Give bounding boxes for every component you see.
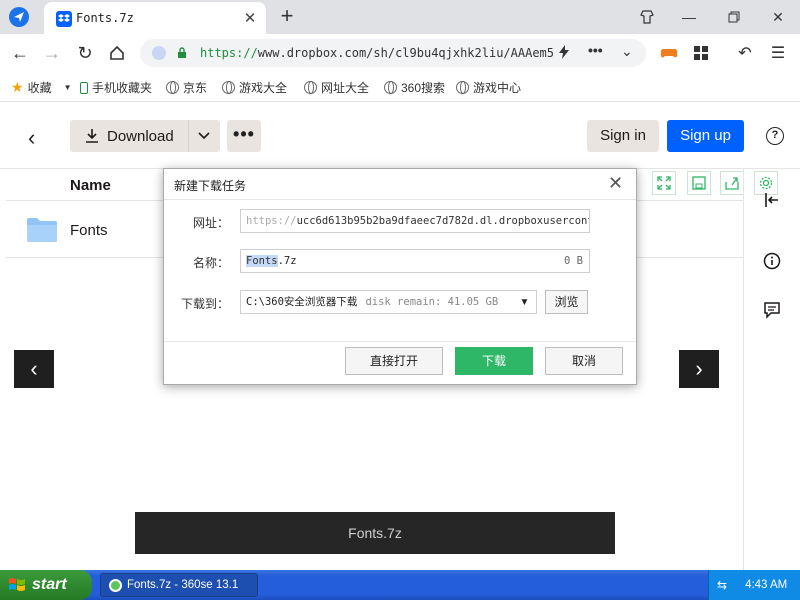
bookmark-urls[interactable]: 网址大全 (304, 79, 369, 96)
share-icon[interactable] (720, 171, 744, 195)
globe-icon (456, 81, 469, 94)
browse-button[interactable]: 浏览 (545, 290, 588, 314)
browser-logo-icon[interactable] (9, 7, 29, 27)
download-button[interactable]: Download (70, 128, 188, 145)
apps-grid-icon[interactable] (690, 42, 712, 64)
browser-tab-strip: Fonts.7z ✕ + — ✕ (0, 0, 800, 34)
lightning-icon[interactable] (558, 45, 570, 62)
save-path-dropdown-icon[interactable]: ▼ (513, 290, 537, 314)
previous-file-button[interactable]: ‹ (14, 350, 54, 388)
bookmark-games[interactable]: 游戏大全 (222, 79, 287, 96)
globe-icon (222, 81, 235, 94)
file-name-caption: Fonts.7z (135, 512, 615, 554)
tab-close-icon[interactable]: ✕ (242, 10, 258, 27)
game-controller-icon[interactable] (658, 42, 680, 64)
bookmark-360search[interactable]: 360搜索 (384, 79, 445, 96)
tab-title: Fonts.7z (76, 11, 134, 25)
dropbox-header: ‹ Download ••• Sign in Sign up ? (0, 103, 800, 169)
download-url-field[interactable]: https://ucc6d613b95b2ba9dfaeec7d782d.dl.… (240, 209, 590, 233)
save-path-label: 下载到： (180, 297, 229, 311)
dropbox-favicon-icon (56, 11, 72, 27)
globe-icon (304, 81, 317, 94)
chevron-down-icon (198, 132, 210, 140)
help-icon[interactable]: ? (766, 127, 784, 145)
url-dropdown-icon[interactable]: ⌄ (621, 43, 633, 60)
lock-icon (178, 47, 186, 58)
360se-browser-icon (109, 578, 122, 592)
save-path-field[interactable]: C:\360安全浏览器下载 disk remain: 41.05 GB (240, 290, 514, 314)
save-icon[interactable] (687, 171, 711, 195)
site-info-icon[interactable] (152, 46, 166, 60)
globe-icon (384, 81, 397, 94)
new-tab-button[interactable]: + (276, 5, 298, 27)
close-window-button[interactable]: ✕ (767, 6, 789, 28)
comment-icon[interactable] (763, 301, 781, 319)
skin-icon[interactable] (636, 6, 658, 28)
download-button-group: Download (70, 120, 220, 152)
dropdown-caret-icon: ▼ (63, 83, 72, 92)
undo-icon[interactable]: ↶ (734, 42, 756, 64)
bookmark-favorites[interactable]: ★ 收藏 ▼ (11, 79, 72, 96)
minimize-button[interactable]: — (678, 6, 700, 28)
open-directly-button[interactable]: 直接打开 (345, 347, 443, 375)
sign-up-button[interactable]: Sign up (667, 120, 744, 152)
folder-name[interactable]: Fonts (70, 222, 108, 239)
info-icon[interactable] (763, 252, 781, 270)
bookmark-jd[interactable]: 京东 (166, 79, 207, 96)
bookmark-game-center[interactable]: 游戏中心 (456, 79, 521, 96)
download-options-button[interactable] (189, 129, 219, 143)
url-label: 网址： (192, 216, 229, 230)
system-tray: ⇆ 4:43 AM (708, 570, 800, 600)
tab-fonts[interactable]: Fonts.7z ✕ (44, 2, 266, 34)
dialog-close-icon[interactable]: ✕ (608, 173, 623, 194)
bookmarks-bar: ★ 收藏 ▼ 手机收藏夹 京东 游戏大全 网址大全 360搜索 游戏中心 (0, 72, 800, 102)
more-actions-button[interactable]: ••• (227, 120, 261, 152)
address-bar[interactable]: https://www.dropbox.com/sh/cl9bu4qjxhk2l… (140, 39, 646, 67)
windows-taskbar: start Fonts.7z - 360se 13.1 ⇆ 4:43 AM (0, 570, 800, 600)
windows-logo-icon (9, 578, 25, 591)
bookmark-mobile[interactable]: 手机收藏夹 (80, 79, 152, 96)
right-side-panel (743, 169, 800, 570)
new-download-dialog: 新建下载任务 ✕ 网址： https://ucc6d613b95b2ba9dfa… (163, 168, 637, 385)
sign-in-button[interactable]: Sign in (587, 120, 659, 152)
menu-icon[interactable]: ☰ (767, 42, 789, 64)
network-tray-icon[interactable]: ⇆ (717, 578, 727, 592)
phone-icon (80, 81, 88, 94)
collapse-panel-icon[interactable] (763, 191, 781, 209)
cancel-button[interactable]: 取消 (545, 347, 623, 375)
expand-icon[interactable] (652, 171, 676, 195)
dialog-title: 新建下载任务 (174, 179, 247, 193)
folder-icon (27, 218, 57, 242)
back-arrow-icon[interactable]: ← (9, 42, 31, 64)
address-toolbar: ← → ↻ https://www.dropbox.com/sh/cl9bu4q… (0, 34, 800, 72)
url-more-icon[interactable]: ••• (588, 42, 603, 58)
download-icon (86, 129, 98, 143)
filename-label: 名称： (192, 256, 229, 270)
download-confirm-button[interactable]: 下载 (455, 347, 533, 375)
home-icon[interactable] (106, 42, 128, 64)
filename-field[interactable]: Fonts.7z 0 B (240, 249, 590, 273)
star-icon: ★ (11, 79, 24, 95)
back-chevron-icon[interactable]: ‹ (28, 125, 35, 151)
globe-icon (166, 81, 179, 94)
column-header-name[interactable]: Name (70, 177, 111, 194)
taskbar-window-360se[interactable]: Fonts.7z - 360se 13.1 (100, 573, 258, 597)
next-file-button[interactable]: › (679, 350, 719, 388)
reload-icon[interactable]: ↻ (74, 42, 96, 64)
clock[interactable]: 4:43 AM (745, 579, 787, 591)
restore-button[interactable] (723, 6, 745, 28)
start-button[interactable]: start (0, 570, 92, 600)
file-size: 0 B (564, 255, 583, 267)
url-text: https://www.dropbox.com/sh/cl9bu4qjxhk2l… (200, 46, 555, 60)
forward-arrow-icon[interactable]: → (41, 42, 63, 64)
